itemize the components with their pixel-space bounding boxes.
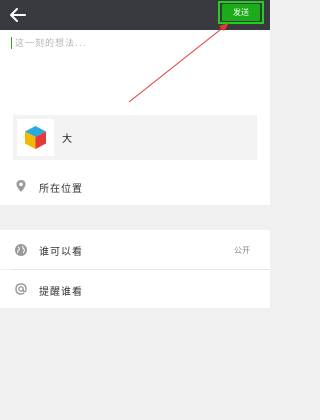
location-label: 所在位置	[39, 184, 83, 195]
location-row[interactable]: 所在位置	[0, 165, 270, 205]
globe-icon	[15, 244, 27, 256]
top-bar: 发送	[0, 0, 270, 30]
at-icon	[15, 283, 27, 295]
visibility-value: 公开	[234, 246, 250, 255]
arrow-left-icon[interactable]	[8, 5, 28, 25]
post-text-input[interactable]: 这一刻的想法...	[15, 36, 87, 49]
visibility-label: 谁可以看	[39, 247, 83, 258]
media-attachment[interactable]: 大	[13, 115, 257, 160]
mention-row[interactable]: 提醒谁看	[0, 270, 270, 308]
visibility-row[interactable]: 谁可以看 公开	[0, 230, 270, 269]
media-thumbnail[interactable]	[17, 119, 54, 156]
colored-cube-icon	[25, 126, 46, 149]
text-caret	[11, 37, 12, 49]
mention-label: 提醒谁看	[39, 287, 83, 298]
send-button[interactable]: 发送	[222, 4, 260, 21]
location-pin-icon	[16, 180, 26, 192]
media-label: 大	[62, 134, 72, 145]
